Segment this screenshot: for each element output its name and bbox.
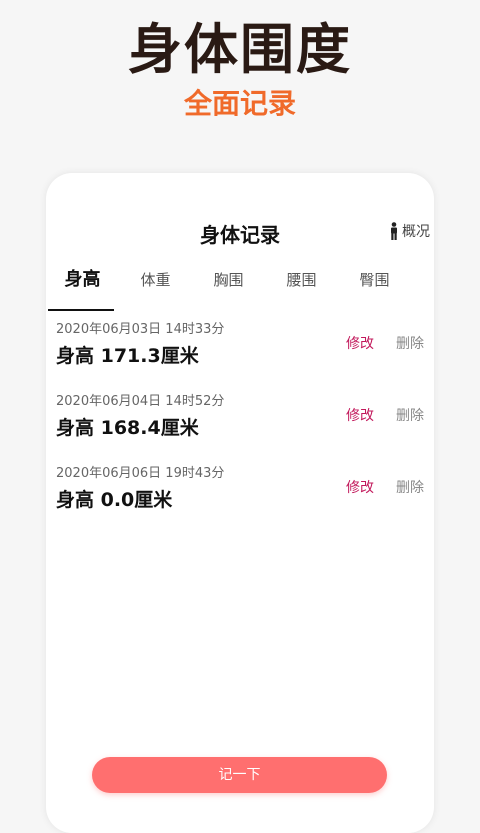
edit-button[interactable]: 修改 (346, 333, 374, 353)
record-time: 2020年06月06日 19时43分 (56, 466, 225, 481)
page-title: 身体记录 (200, 223, 280, 247)
record-time: 2020年06月03日 14时33分 (56, 322, 225, 337)
tab-bar: 身高 体重 胸围 腰围 臀围 上 (46, 263, 434, 311)
tab-hip[interactable]: 臀围 (338, 263, 411, 305)
promo-subtitle: 全面记录 (183, 87, 296, 120)
record-value: 身高 0.0厘米 (56, 489, 173, 511)
record-value: 身高 168.4厘米 (56, 417, 199, 439)
record-list: 2020年06月03日 14时33分 身高 171.3厘米 修改 删除 2020… (46, 313, 434, 529)
list-item: 2020年06月03日 14时33分 身高 171.3厘米 修改 删除 (46, 313, 434, 385)
edit-button[interactable]: 修改 (346, 477, 374, 497)
tab-height[interactable]: 身高 (46, 263, 119, 311)
list-item: 2020年06月04日 14时52分 身高 168.4厘米 修改 删除 (46, 385, 434, 457)
tab-waist[interactable]: 腰围 (265, 263, 338, 305)
delete-button[interactable]: 删除 (396, 405, 424, 425)
edit-button[interactable]: 修改 (346, 405, 374, 425)
tab-upper-arm[interactable]: 上 (411, 263, 434, 305)
record-button[interactable]: 记一下 (92, 757, 387, 793)
tab-chest[interactable]: 胸围 (192, 263, 265, 305)
promo-title: 身体围度 (128, 18, 352, 81)
list-item: 2020年06月06日 19时43分 身高 0.0厘米 修改 删除 (46, 457, 434, 529)
delete-button[interactable]: 删除 (396, 333, 424, 353)
record-time: 2020年06月04日 14时52分 (56, 394, 225, 409)
overview-button[interactable]: 概况 (389, 221, 430, 241)
delete-button[interactable]: 删除 (396, 477, 424, 497)
person-icon (391, 222, 397, 240)
overview-label: 概况 (402, 224, 430, 240)
tab-weight[interactable]: 体重 (119, 263, 192, 305)
app-header: 身体记录 概况 (46, 211, 434, 251)
record-value: 身高 171.3厘米 (56, 345, 199, 367)
phone-screen: 身体记录 概况 身高 体重 胸围 腰围 臀围 上 2020年06月03日 14时… (46, 173, 434, 833)
